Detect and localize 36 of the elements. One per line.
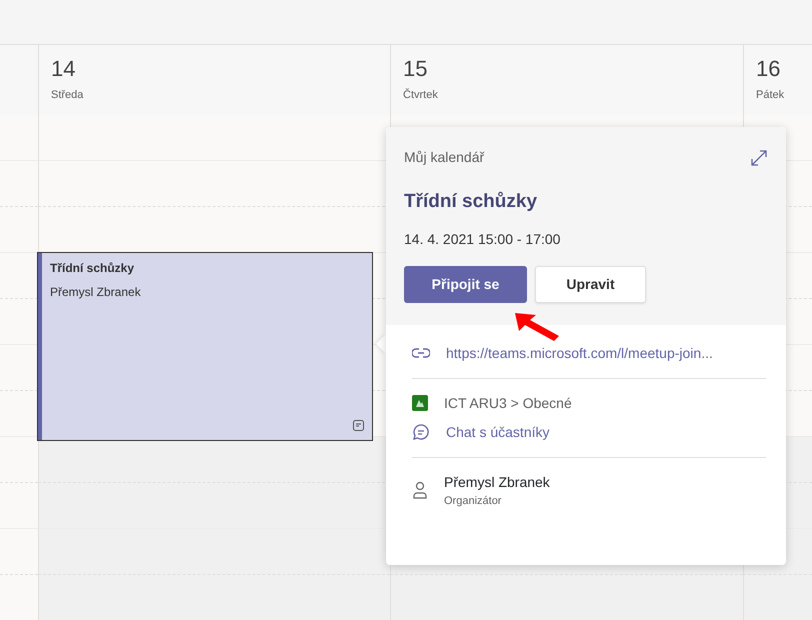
time-gutter-cell bbox=[0, 391, 38, 437]
calendar-name: Můj kalendář bbox=[404, 148, 484, 167]
organizer-name: Přemysl Zbranek bbox=[444, 472, 550, 492]
time-gutter-cell bbox=[0, 207, 38, 253]
time-gutter-cell bbox=[0, 437, 38, 483]
day-number: 16 bbox=[756, 57, 782, 82]
annotation-arrow bbox=[514, 312, 560, 342]
day-name: Středa bbox=[51, 88, 84, 104]
day-number: 14 bbox=[51, 57, 76, 82]
event-card[interactable]: Třídní schůzky Přemysl Zbranek bbox=[38, 253, 372, 440]
time-gutter-cell bbox=[0, 575, 38, 620]
edit-button[interactable]: Upravit bbox=[535, 266, 646, 302]
day-name: Čtvrtek bbox=[403, 87, 439, 104]
chat-link[interactable]: Chat s účastníky bbox=[446, 422, 550, 442]
time-gutter-cell bbox=[0, 345, 38, 391]
organizer-role: Organizátor bbox=[444, 494, 502, 508]
time-gutter-cell bbox=[0, 115, 38, 161]
time-gutter-cell bbox=[0, 483, 38, 529]
time-gutter-cell bbox=[0, 529, 38, 575]
day-name: Pátek bbox=[756, 88, 786, 104]
chat-icon bbox=[412, 423, 430, 441]
event-title: Třídní schůzky bbox=[50, 260, 136, 277]
link-icon bbox=[412, 348, 430, 358]
channel-name: ICT ARU3 > Obecné bbox=[444, 394, 572, 412]
expand-icon[interactable] bbox=[750, 148, 768, 166]
time-gutter-cell bbox=[0, 161, 38, 207]
event-organizer: Přemysl Zbranek bbox=[50, 284, 142, 301]
day-number: 15 bbox=[403, 57, 428, 82]
event-title: Třídní schůzky bbox=[404, 190, 538, 214]
time-gutter-cell bbox=[0, 253, 38, 299]
team-icon bbox=[412, 395, 428, 411]
event-time: 14. 4. 2021 15:00 - 17:00 bbox=[404, 230, 562, 248]
person-icon bbox=[412, 481, 428, 500]
join-button[interactable]: Připojit se bbox=[404, 266, 527, 302]
time-gutter-cell bbox=[0, 299, 38, 345]
meeting-link[interactable]: https://teams.microsoft.com/l/meetup-join... bbox=[446, 342, 713, 364]
